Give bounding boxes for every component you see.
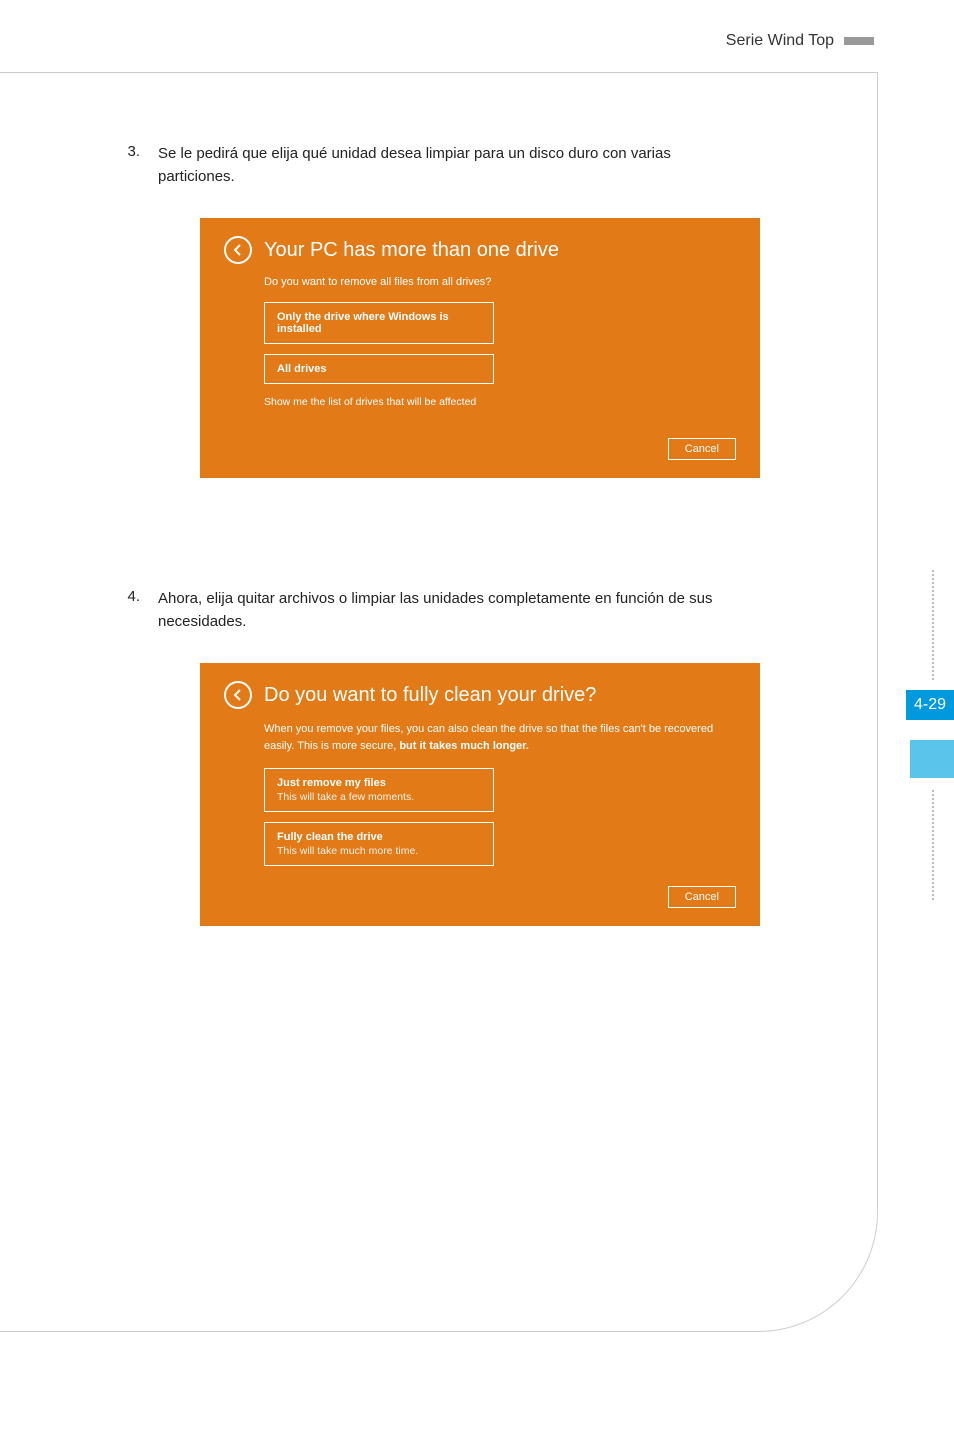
panel-description: When you remove your files, you can also… — [264, 721, 736, 754]
panel-title: Do you want to fully clean your drive? — [264, 684, 596, 707]
header-decoration — [844, 37, 874, 45]
option-fully-clean-drive[interactable]: Fully clean the drive This will take muc… — [264, 822, 494, 866]
page-tab-decoration — [910, 740, 954, 778]
show-drives-link[interactable]: Show me the list of drives that will be … — [264, 396, 736, 408]
option-all-drives[interactable]: All drives — [264, 354, 494, 384]
step-number: 3. — [120, 143, 140, 188]
option-label: Only the drive where Windows is installe… — [277, 311, 481, 335]
panel-subtitle: Do you want to remove all files from all… — [264, 276, 736, 288]
page-header: Serie Wind Top — [726, 32, 874, 50]
step-text: Ahora, elija quitar archivos o limpiar l… — [158, 588, 718, 633]
back-arrow-icon[interactable] — [224, 236, 252, 264]
panel-title: Your PC has more than one drive — [264, 239, 559, 262]
cancel-button[interactable]: Cancel — [668, 886, 736, 908]
option-sublabel: This will take a few moments. — [277, 791, 481, 803]
step-text: Se le pedirá que elija qué unidad desea … — [158, 143, 718, 188]
header-title: Serie Wind Top — [726, 32, 834, 50]
page-number-tab: 4-29 — [906, 690, 954, 720]
dotted-line-decoration — [932, 570, 934, 680]
dotted-line-decoration — [932, 790, 934, 900]
drive-selection-panel: Your PC has more than one drive Do you w… — [200, 218, 760, 478]
option-label: Fully clean the drive — [277, 831, 481, 843]
option-label: Just remove my files — [277, 777, 481, 789]
back-arrow-icon[interactable] — [224, 681, 252, 709]
option-just-remove-files[interactable]: Just remove my files This will take a fe… — [264, 768, 494, 812]
clean-drive-panel: Do you want to fully clean your drive? W… — [200, 663, 760, 926]
cancel-button[interactable]: Cancel — [668, 438, 736, 460]
step-number: 4. — [120, 588, 140, 633]
option-only-windows-drive[interactable]: Only the drive where Windows is installe… — [264, 302, 494, 344]
content-frame: 3. Se le pedirá que elija qué unidad des… — [0, 72, 878, 1332]
option-sublabel: This will take much more time. — [277, 845, 481, 857]
step-4: 4. Ahora, elija quitar archivos o limpia… — [120, 588, 817, 926]
option-label: All drives — [277, 363, 481, 375]
step-3: 3. Se le pedirá que elija qué unidad des… — [120, 143, 817, 478]
